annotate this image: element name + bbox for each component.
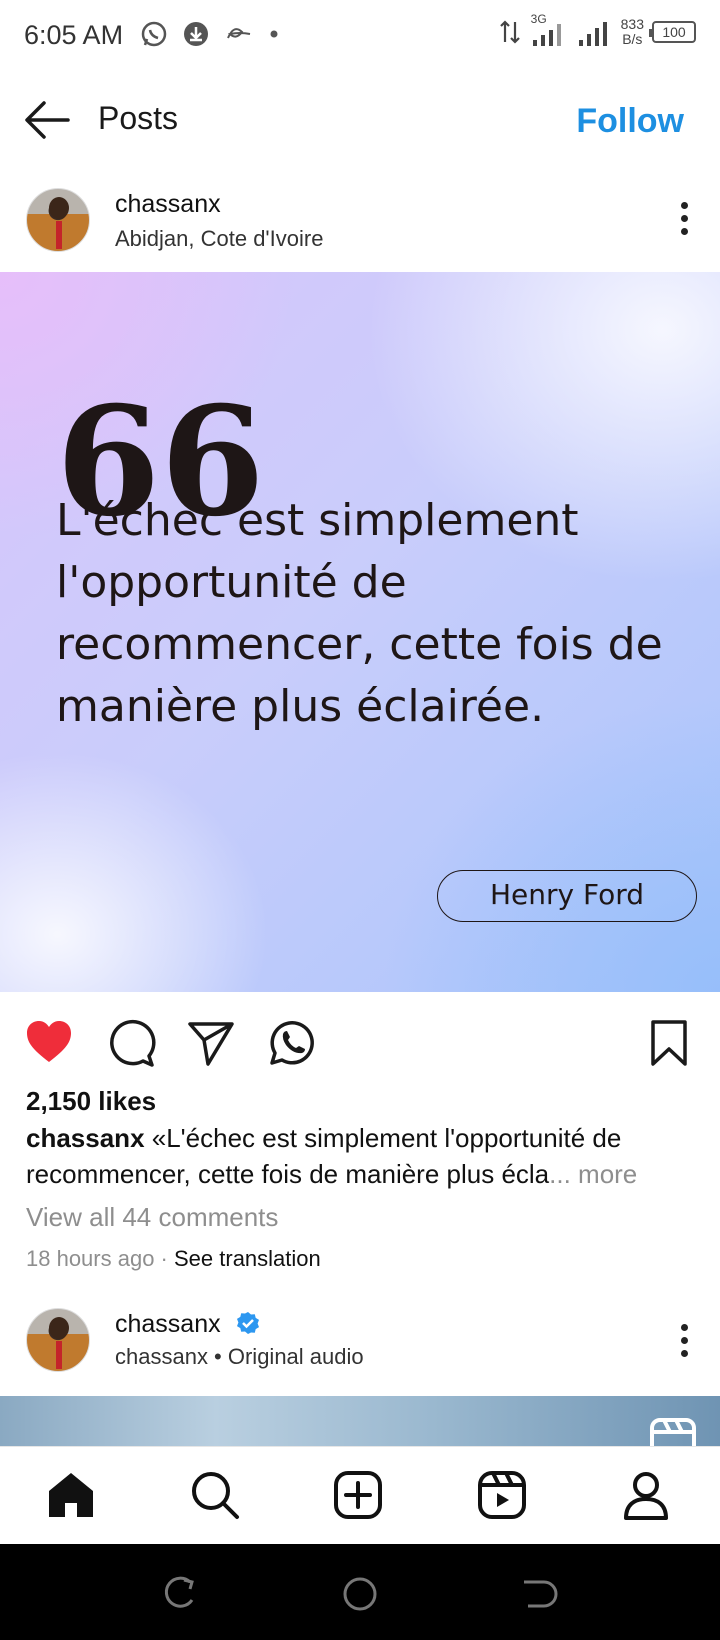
- next-post-subtitle[interactable]: chassanx • Original audio: [115, 1344, 364, 1370]
- download-notification-icon: [184, 22, 208, 46]
- quote-text: L'échec est simplement l'opportunité de …: [56, 495, 663, 732]
- meta-separator: ·: [154, 1246, 174, 1271]
- top-header: Posts Follow: [0, 80, 720, 160]
- whatsapp-notification-icon: [141, 21, 167, 47]
- status-notification-icons: [140, 20, 280, 48]
- back-arrow-icon: [25, 101, 70, 139]
- quote-author: Henry Ford: [437, 870, 697, 922]
- home-icon: [49, 1473, 93, 1517]
- back-button[interactable]: [22, 98, 72, 142]
- search-icon: [192, 1472, 239, 1519]
- see-translation-link[interactable]: See translation: [174, 1246, 321, 1271]
- recent-apps-icon: [164, 1576, 194, 1608]
- dot-icon: [270, 30, 278, 38]
- caption-username[interactable]: chassanx: [26, 1123, 145, 1153]
- recent-apps-button[interactable]: [160, 1574, 200, 1614]
- next-post-username[interactable]: chassanx: [115, 1310, 221, 1338]
- whatsapp-icon: [270, 1021, 314, 1065]
- signal-icon: [578, 22, 607, 46]
- next-post-media[interactable]: [0, 1396, 720, 1446]
- nav-profile[interactable]: [620, 1469, 672, 1521]
- next-post-header: chassanx chassanx • Original audio: [0, 1306, 720, 1396]
- network-speed-unit: B/s: [622, 31, 643, 47]
- next-post-username-row[interactable]: chassanx: [115, 1310, 260, 1339]
- reels-icon: [478, 1471, 526, 1519]
- home-circle-icon: [343, 1577, 377, 1611]
- app-notification-icon: [227, 28, 251, 39]
- post-time: 18 hours ago: [26, 1246, 155, 1271]
- post-actions: [0, 1010, 720, 1070]
- add-post-icon: [334, 1471, 382, 1519]
- post-header: chassanx Abidjan, Cote d'Ivoire: [0, 180, 720, 272]
- view-comments-link[interactable]: View all 44 comments: [26, 1202, 278, 1233]
- home-system-button[interactable]: [340, 1574, 380, 1614]
- post-location[interactable]: Abidjan, Cote d'Ivoire: [115, 226, 323, 252]
- back-system-button[interactable]: [520, 1574, 560, 1614]
- bookmark-icon: [651, 1020, 687, 1066]
- caption-more-link[interactable]: ... more: [549, 1159, 637, 1189]
- bottom-navigation: [0, 1446, 720, 1544]
- profile-icon: [624, 1472, 668, 1520]
- like-button[interactable]: [24, 1018, 74, 1068]
- status-bar: 6:05 AM 3G 833 B/s 100: [0, 0, 720, 72]
- nav-reels[interactable]: [476, 1469, 528, 1521]
- likes-count[interactable]: 2,150 likes: [26, 1086, 156, 1117]
- nav-home[interactable]: [45, 1469, 97, 1521]
- post-caption[interactable]: chassanx «L'échec est simplement l'oppor…: [26, 1120, 706, 1192]
- post-image[interactable]: 66 L'échec est simplement l'opportunité …: [0, 272, 720, 992]
- avatar[interactable]: [26, 1308, 90, 1372]
- heart-filled-icon: [27, 1021, 71, 1062]
- status-time: 6:05 AM: [24, 20, 124, 50]
- follow-button[interactable]: Follow: [576, 102, 684, 141]
- signal-3g-icon: 3G: [529, 12, 569, 48]
- comment-icon: [110, 1019, 156, 1067]
- system-navigation-bar: [0, 1544, 720, 1640]
- whatsapp-share-button[interactable]: [266, 1018, 316, 1068]
- nav-search[interactable]: [189, 1469, 241, 1521]
- battery-icon: 100: [649, 21, 696, 43]
- comment-button[interactable]: [106, 1018, 156, 1068]
- network-speed: 833 B/s: [621, 17, 644, 47]
- avatar[interactable]: [26, 188, 90, 252]
- share-button[interactable]: [186, 1018, 236, 1068]
- verified-badge-icon: [236, 1312, 259, 1334]
- save-button[interactable]: [644, 1018, 694, 1068]
- network-speed-value: 833: [620, 16, 644, 32]
- back-system-icon: [524, 1580, 558, 1608]
- send-icon: [188, 1022, 234, 1066]
- more-options-button[interactable]: [678, 202, 690, 238]
- reel-icon: [650, 1418, 696, 1446]
- page-title: Posts: [98, 100, 179, 136]
- nav-create[interactable]: [332, 1469, 384, 1521]
- more-options-button[interactable]: [678, 1324, 690, 1360]
- post-username[interactable]: chassanx: [115, 190, 221, 219]
- post-meta: 18 hours ago · See translation: [26, 1246, 321, 1272]
- data-transfer-icon: [499, 20, 520, 44]
- status-system-icons: 3G 833 B/s 100: [499, 12, 696, 48]
